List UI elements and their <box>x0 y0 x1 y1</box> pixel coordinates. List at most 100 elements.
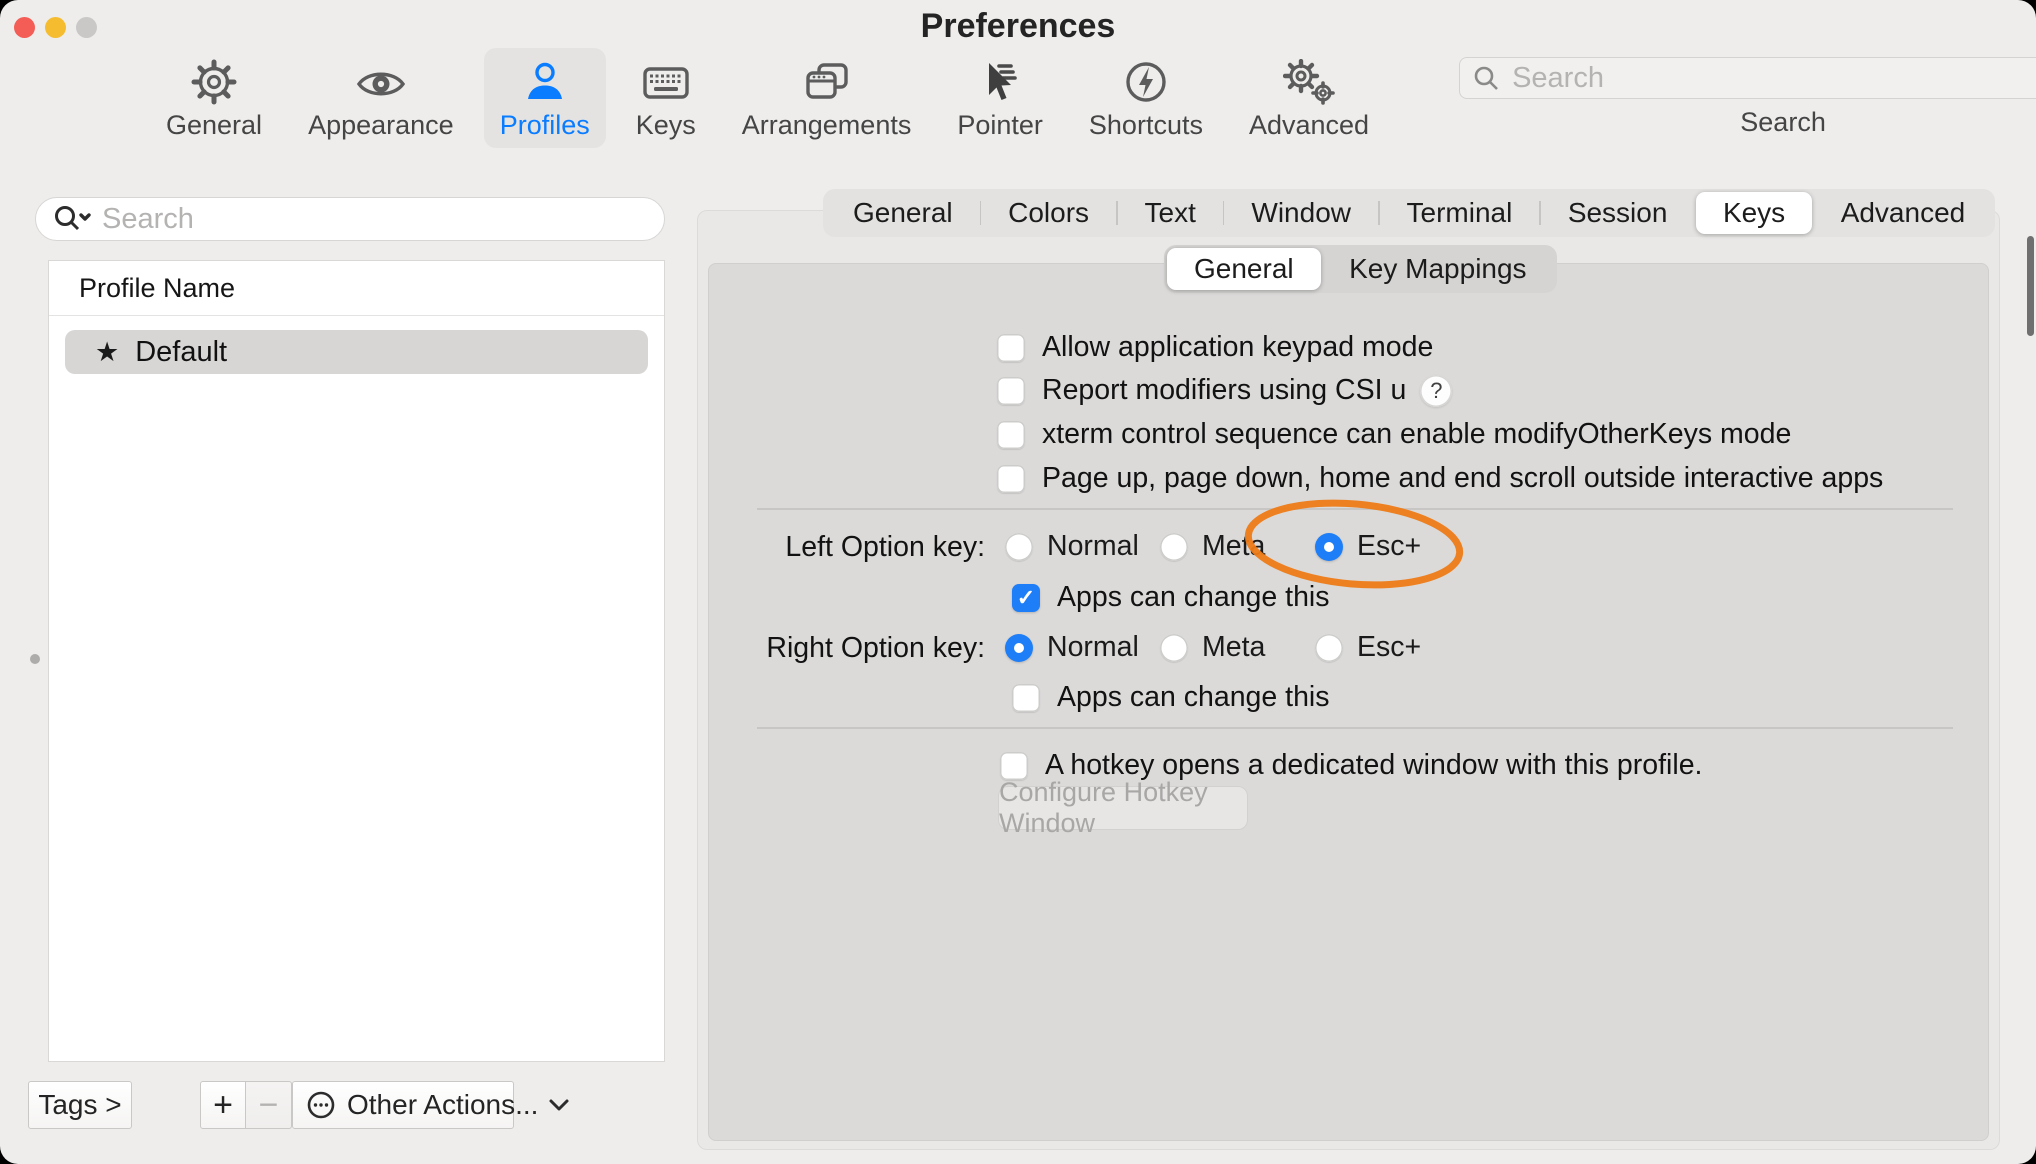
toolbar-search-input[interactable] <box>1510 61 2036 96</box>
profile-row-default[interactable]: ★ Default <box>65 330 648 374</box>
bolt-icon <box>1123 57 1169 105</box>
checkbox-label: Apps can change this <box>1057 581 1330 614</box>
radio-label: Esc+ <box>1357 631 1421 664</box>
other-actions-dropdown[interactable]: Other Actions... <box>292 1081 514 1129</box>
toolbar-item-appearance[interactable]: Appearance <box>292 48 470 148</box>
left-apps-can-change-row: ✓ Apps can change this <box>1012 581 1330 614</box>
gears-icon <box>1283 57 1335 105</box>
toolbar-item-label: Appearance <box>308 110 454 141</box>
checkbox-keypad-mode[interactable] <box>997 334 1025 362</box>
checkbox-label: Allow application keypad mode <box>1042 331 1433 364</box>
checkbox-row-page-scroll: Page up, page down, home and end scroll … <box>997 462 1883 495</box>
profile-settings-panel: General Colors Text Window Terminal Sess… <box>697 210 2000 1150</box>
profile-tab-bar: General Colors Text Window Terminal Sess… <box>823 189 1995 237</box>
preferences-window: Preferences General <box>0 0 2036 1164</box>
person-icon <box>522 57 568 105</box>
cursor-icon <box>977 57 1023 105</box>
keyboard-icon <box>641 57 691 105</box>
checkbox-left-apps-can-change[interactable]: ✓ <box>1012 584 1040 612</box>
search-menu-icon[interactable] <box>52 204 92 234</box>
checkbox-row-csi-u: Report modifiers using CSI u ? <box>997 374 1452 407</box>
help-button[interactable]: ? <box>1420 375 1452 407</box>
toolbar: General Appearance Profiles <box>150 48 2036 148</box>
radio-left-meta[interactable] <box>1160 533 1188 561</box>
tags-button[interactable]: Tags > <box>28 1081 132 1129</box>
profile-add-remove-group: + − <box>200 1081 292 1129</box>
search-icon <box>1472 64 1500 92</box>
toolbar-item-shortcuts[interactable]: Shortcuts <box>1073 48 1219 148</box>
right-option-key-label: Right Option key: <box>709 632 985 665</box>
checkbox-page-scroll[interactable] <box>997 465 1025 493</box>
star-icon: ★ <box>95 337 119 368</box>
configure-hotkey-window-button[interactable]: Configure Hotkey Window <box>998 786 1248 830</box>
checkbox-right-apps-can-change[interactable] <box>1012 684 1040 712</box>
toolbar-search-field[interactable] <box>1459 57 2036 99</box>
tab-text[interactable]: Text <box>1118 192 1223 234</box>
checkbox-row-modify-other-keys: xterm control sequence can enable modify… <box>997 418 1791 451</box>
radio-right-meta[interactable] <box>1160 634 1188 662</box>
toolbar-item-pointer[interactable]: Pointer <box>941 48 1059 148</box>
subtab-general[interactable]: General <box>1167 248 1321 290</box>
checkbox-label: Apps can change this <box>1057 681 1330 714</box>
left-option-key-label: Left Option key: <box>709 531 985 564</box>
right-option-normal: Normal <box>1005 631 1139 664</box>
toolbar-item-label: General <box>166 110 262 141</box>
profile-search-field[interactable] <box>35 197 665 241</box>
windows-icon <box>802 57 852 105</box>
tab-terminal[interactable]: Terminal <box>1380 192 1540 234</box>
toolbar-item-label: Arrangements <box>742 110 912 141</box>
keys-pane: General Key Mappings Allow application k… <box>708 263 1989 1141</box>
radio-left-normal[interactable] <box>1005 533 1033 561</box>
profile-search-input[interactable] <box>100 202 648 237</box>
tab-advanced[interactable]: Advanced <box>1814 192 1993 234</box>
tab-window[interactable]: Window <box>1224 192 1378 234</box>
pane-splitter-dot <box>30 654 40 664</box>
toolbar-search-label: Search <box>1740 107 1826 138</box>
toolbar-item-label: Pointer <box>957 110 1043 141</box>
left-option-meta: Meta <box>1160 530 1265 563</box>
radio-right-normal[interactable] <box>1005 634 1033 662</box>
toolbar-item-arrangements[interactable]: Arrangements <box>726 48 928 148</box>
divider <box>757 727 1953 729</box>
profile-list: Profile Name ★ Default <box>48 260 665 1062</box>
radio-label: Esc+ <box>1357 530 1421 563</box>
subtab-key-mappings[interactable]: Key Mappings <box>1322 248 1553 290</box>
radio-label: Normal <box>1047 530 1139 563</box>
toolbar-item-label: Advanced <box>1249 110 1369 141</box>
profile-name: Default <box>135 336 227 369</box>
ellipsis-circle-icon <box>305 1089 337 1121</box>
divider <box>757 508 1953 510</box>
radio-right-esc[interactable] <box>1315 634 1343 662</box>
checkbox-csi-u[interactable] <box>997 377 1025 405</box>
checkbox-label: xterm control sequence can enable modify… <box>1042 418 1791 451</box>
left-option-normal: Normal <box>1005 530 1139 563</box>
radio-left-esc[interactable] <box>1315 533 1343 561</box>
gear-icon <box>191 57 237 105</box>
toolbar-item-keys[interactable]: Keys <box>620 48 712 148</box>
tab-session[interactable]: Session <box>1541 192 1695 234</box>
tab-colors[interactable]: Colors <box>981 192 1116 234</box>
left-option-esc: Esc+ <box>1315 530 1421 563</box>
checkbox-modify-other-keys[interactable] <box>997 421 1025 449</box>
toolbar-item-profiles[interactable]: Profiles <box>484 48 606 148</box>
toolbar-search-item: Search <box>1459 48 2036 138</box>
right-apps-can-change-row: Apps can change this <box>1012 681 1330 714</box>
tab-keys[interactable]: Keys <box>1696 192 1812 234</box>
add-profile-button[interactable]: + <box>200 1081 246 1129</box>
scrollbar-thumb[interactable] <box>2027 236 2034 336</box>
checkbox-row-keypad: Allow application keypad mode <box>997 331 1433 364</box>
toolbar-item-label: Shortcuts <box>1089 110 1203 141</box>
tab-general[interactable]: General <box>826 192 980 234</box>
remove-profile-button[interactable]: − <box>246 1081 292 1129</box>
toolbar-item-label: Keys <box>636 110 696 141</box>
toolbar-item-general[interactable]: General <box>150 48 278 148</box>
toolbar-item-advanced[interactable]: Advanced <box>1233 48 1385 148</box>
radio-label: Normal <box>1047 631 1139 664</box>
toolbar-item-label: Profiles <box>500 110 590 141</box>
other-actions-label: Other Actions... <box>347 1089 538 1121</box>
checkbox-label: Report modifiers using CSI u <box>1042 374 1406 407</box>
profile-list-header: Profile Name <box>49 261 664 316</box>
right-option-esc: Esc+ <box>1315 631 1421 664</box>
checkbox-label: Page up, page down, home and end scroll … <box>1042 462 1883 495</box>
checkbox-hotkey-window[interactable] <box>1000 752 1028 780</box>
